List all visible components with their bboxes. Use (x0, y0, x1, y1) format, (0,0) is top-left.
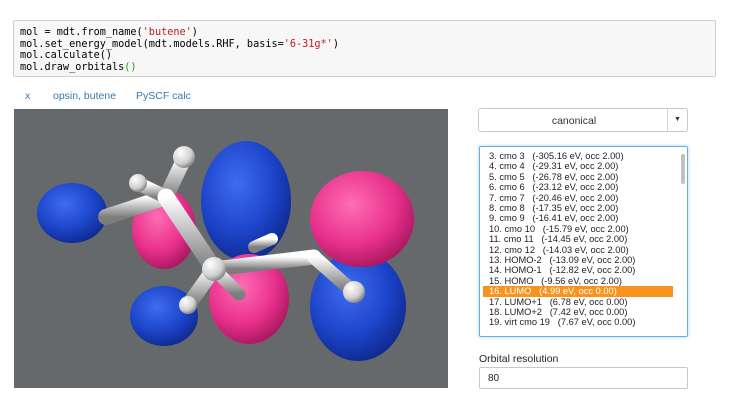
code-line: mol.calculate() (20, 50, 709, 62)
code-string: 'butene' (142, 27, 192, 38)
code-token: ) (191, 27, 198, 38)
molecule-3d-viewer[interactable] (14, 109, 448, 388)
code-token: mol.calculate() (20, 50, 113, 62)
orbital-list-item[interactable]: 18. LUMO+2 (7.42 eV, occ 0.00) (483, 307, 673, 318)
tab-close[interactable]: x (25, 90, 30, 102)
orbital-list-item[interactable]: 3. cmo 3 (-305.16 eV, occ 2.00) (483, 151, 673, 162)
code-token: mol.set_energy_model(mdt.models.RHF, bas… (20, 38, 284, 50)
orbital-list-scrollbar[interactable] (680, 151, 686, 335)
orbital-list-item[interactable]: 5. cmo 5 (-26.78 eV, occ 2.00) (483, 172, 673, 183)
orbital-list-item[interactable]: 6. cmo 6 (-23.12 eV, occ 2.00) (483, 182, 673, 193)
code-string: '6-31g*' (283, 38, 333, 50)
orbital-list-item[interactable]: 17. LUMO+1 (6.78 eV, occ 0.00) (483, 297, 673, 308)
orbital-list-item[interactable]: 19. virt cmo 19 (7.67 eV, occ 0.00) (483, 317, 673, 328)
orbital-list-item[interactable]: 9. cmo 9 (-16.41 eV, occ 2.00) (483, 213, 673, 224)
orbital-type-value: canonical (551, 115, 597, 127)
orbital-list-item-selected[interactable]: 16. LUMO (4.99 eV, occ 0.00) (483, 286, 673, 298)
orbital-list-item[interactable]: 4. cmo 4 (-29.31 eV, occ 2.00) (483, 161, 673, 172)
orbital-list-item[interactable]: 15. HOMO (-9.56 eV, occ 2.00) (483, 276, 673, 287)
code-line: mol.draw_orbitals() (20, 62, 709, 74)
orbital-render (37, 141, 414, 361)
chevron-down-icon[interactable]: ▼ (667, 109, 687, 131)
orbital-resolution-input[interactable] (479, 367, 688, 389)
orbital-list-item[interactable]: 13. HOMO-2 (-13.09 eV, occ 2.00) (483, 255, 673, 266)
tab-pyscf-calc[interactable]: PySCF calc (136, 90, 191, 102)
orbital-list-item[interactable]: 11. cmo 11 (-14.45 eV, occ 2.00) (483, 234, 673, 245)
orbital-list-item[interactable]: 10. cmo 10 (-15.79 eV, occ 2.00) (483, 224, 673, 235)
scroll-thumb[interactable] (681, 154, 685, 184)
orbital-list-item[interactable]: 14. HOMO-1 (-12.82 eV, occ 2.00) (483, 265, 673, 276)
code-token: mol.draw_orbitals (20, 61, 125, 73)
orbital-list-item[interactable]: 8. cmo 8 (-17.35 eV, occ 2.00) (483, 203, 673, 214)
code-token: ) (332, 38, 339, 50)
tab-opsin-butene[interactable]: opsin, butene (53, 90, 116, 102)
orbital-resolution-label: Orbital resolution (479, 353, 559, 365)
orbital-type-select[interactable]: canonical ▼ (478, 108, 688, 132)
code-cell[interactable]: mol = mdt.from_name('butene') mol.set_ene… (13, 20, 716, 77)
code-token: mol = mdt.from_name( (20, 27, 143, 38)
orbital-list-item[interactable]: 12. cmo 12 (-14.03 eV, occ 2.00) (483, 245, 673, 256)
orbital-list[interactable]: 3. cmo 3 (-305.16 eV, occ 2.00) 4. cmo 4 … (479, 146, 688, 337)
code-paren: () (124, 61, 137, 73)
code-line: mol.set_energy_model(mdt.models.RHF, bas… (20, 39, 709, 51)
code-line: mol = mdt.from_name('butene') (20, 27, 709, 39)
orbital-list-item[interactable]: 7. cmo 7 (-20.46 eV, occ 2.00) (483, 193, 673, 204)
